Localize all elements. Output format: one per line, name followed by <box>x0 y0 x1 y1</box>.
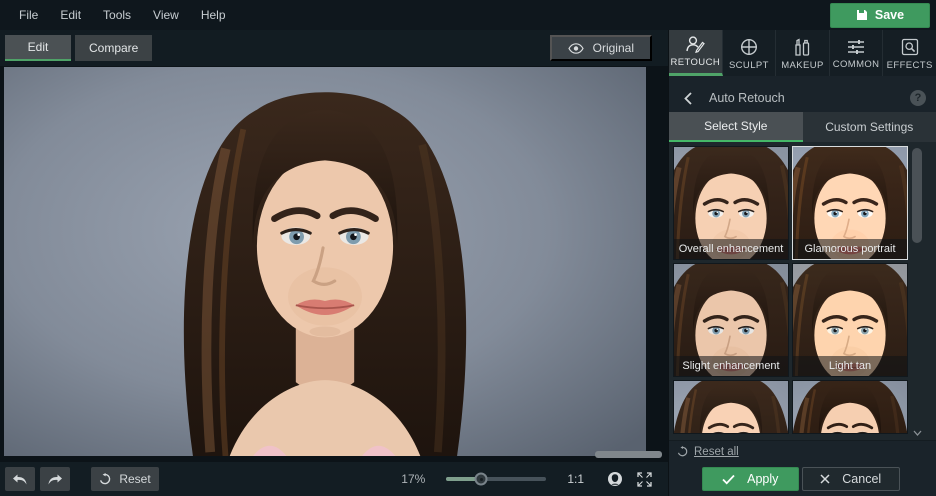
photo-editor-window: File Edit Tools View Help Save Edit Comp… <box>0 0 936 496</box>
zoom-slider-handle[interactable] <box>475 473 488 486</box>
tool-tabs: RETOUCH SCULPT MAKEUP <box>669 30 936 76</box>
style-light-tan[interactable]: Light tan <box>792 263 908 377</box>
chevron-left-icon <box>684 92 692 105</box>
tab-select-style[interactable]: Select Style <box>669 112 803 142</box>
save-button[interactable]: Save <box>830 3 930 28</box>
view-tabstrip: Edit Compare Original <box>0 30 668 66</box>
tab-compare[interactable]: Compare <box>75 35 152 61</box>
styles-row-3 <box>673 380 936 434</box>
menu-edit[interactable]: Edit <box>49 0 92 30</box>
reset-all-icon <box>677 446 688 457</box>
menu-tools[interactable]: Tools <box>92 0 142 30</box>
tab-sculpt-label: SCULPT <box>729 60 769 71</box>
style-slight-enhancement[interactable]: Slight enhancement <box>673 263 789 377</box>
menu-bar: File Edit Tools View Help Save <box>0 0 936 30</box>
tab-common[interactable]: COMMON <box>830 30 884 76</box>
tab-effects-label: EFFECTS <box>887 60 933 71</box>
sculpt-icon <box>740 38 758 56</box>
tab-edit[interactable]: Edit <box>5 35 71 61</box>
face-circle-icon <box>607 471 623 487</box>
original-button[interactable]: Original <box>550 35 652 61</box>
reset-label: Reset <box>119 472 150 486</box>
tab-retouch-label: RETOUCH <box>670 57 720 68</box>
style-overall-enhancement[interactable]: Overall enhancement <box>673 146 789 260</box>
tab-custom-settings[interactable]: Custom Settings <box>803 112 936 142</box>
feature-header: Auto Retouch ? <box>669 84 936 112</box>
chevron-down-icon[interactable] <box>912 430 922 436</box>
effects-icon <box>901 38 919 56</box>
expand-arrows-icon <box>637 472 652 487</box>
feature-title: Auto Retouch <box>709 91 785 105</box>
tab-common-label: COMMON <box>833 59 880 70</box>
edited-photo <box>4 67 646 456</box>
common-icon <box>847 39 865 55</box>
reset-button[interactable]: Reset <box>91 467 159 491</box>
style-caption: Slight enhancement <box>674 356 788 376</box>
help-icon[interactable]: ? <box>910 90 926 106</box>
style-partial-right[interactable] <box>792 380 908 434</box>
undo-button[interactable] <box>5 467 35 491</box>
original-label: Original <box>593 41 634 55</box>
panel-footer: Apply Cancel <box>669 462 936 496</box>
cancel-label: Cancel <box>842 472 881 486</box>
back-button[interactable] <box>679 89 697 107</box>
editor-area: Edit Compare Original <box>0 30 668 496</box>
undo-icon <box>12 474 28 485</box>
style-tabs: Select Style Custom Settings <box>669 112 936 142</box>
reset-all-row: Reset all <box>669 440 936 462</box>
style-caption: Glamorous portrait <box>793 239 907 259</box>
menu-view[interactable]: View <box>142 0 190 30</box>
x-icon <box>820 474 830 484</box>
check-icon <box>722 474 735 485</box>
styles-list: Overall enhancement Glamorous portrait <box>669 142 936 440</box>
style-partial-left[interactable] <box>673 380 789 434</box>
zoom-1-1-label[interactable]: 1:1 <box>567 472 584 486</box>
save-label: Save <box>875 8 904 22</box>
styles-scrollbar[interactable] <box>912 146 922 436</box>
tab-effects[interactable]: EFFECTS <box>883 30 936 76</box>
style-thumbnail <box>674 381 788 433</box>
apply-label: Apply <box>747 472 778 486</box>
redo-button[interactable] <box>40 467 70 491</box>
makeup-icon <box>793 38 811 56</box>
tools-panel: RETOUCH SCULPT MAKEUP <box>668 30 936 496</box>
styles-row-1: Overall enhancement Glamorous portrait <box>673 146 936 260</box>
zoom-slider[interactable] <box>446 477 546 481</box>
canvas-horizontal-scrollbar[interactable] <box>595 451 662 458</box>
style-caption: Overall enhancement <box>674 239 788 259</box>
bottom-toolbar: Reset 17% 1:1 <box>0 462 668 496</box>
reset-icon <box>99 473 111 485</box>
reset-all-link[interactable]: Reset all <box>694 446 739 458</box>
style-thumbnail <box>793 381 907 433</box>
redo-icon <box>47 474 63 485</box>
styles-scrollbar-thumb[interactable] <box>912 148 922 243</box>
apply-button[interactable]: Apply <box>702 467 799 491</box>
photo-canvas[interactable] <box>0 66 668 462</box>
tab-makeup[interactable]: MAKEUP <box>776 30 830 76</box>
cancel-button[interactable]: Cancel <box>802 467 901 491</box>
fit-screen-button[interactable] <box>632 467 656 491</box>
tab-retouch[interactable]: RETOUCH <box>669 30 723 76</box>
styles-row-2: Slight enhancement Light tan <box>673 263 936 377</box>
tab-makeup-label: MAKEUP <box>781 60 824 71</box>
save-icon <box>856 9 868 21</box>
retouch-icon <box>685 35 705 53</box>
style-caption: Light tan <box>793 356 907 376</box>
fit-face-button[interactable] <box>603 467 627 491</box>
zoom-percent-label: 17% <box>401 472 425 486</box>
tab-sculpt[interactable]: SCULPT <box>723 30 777 76</box>
menu-help[interactable]: Help <box>190 0 237 30</box>
menu-file[interactable]: File <box>8 0 49 30</box>
style-glamorous-portrait[interactable]: Glamorous portrait <box>792 146 908 260</box>
eye-icon <box>568 43 584 54</box>
